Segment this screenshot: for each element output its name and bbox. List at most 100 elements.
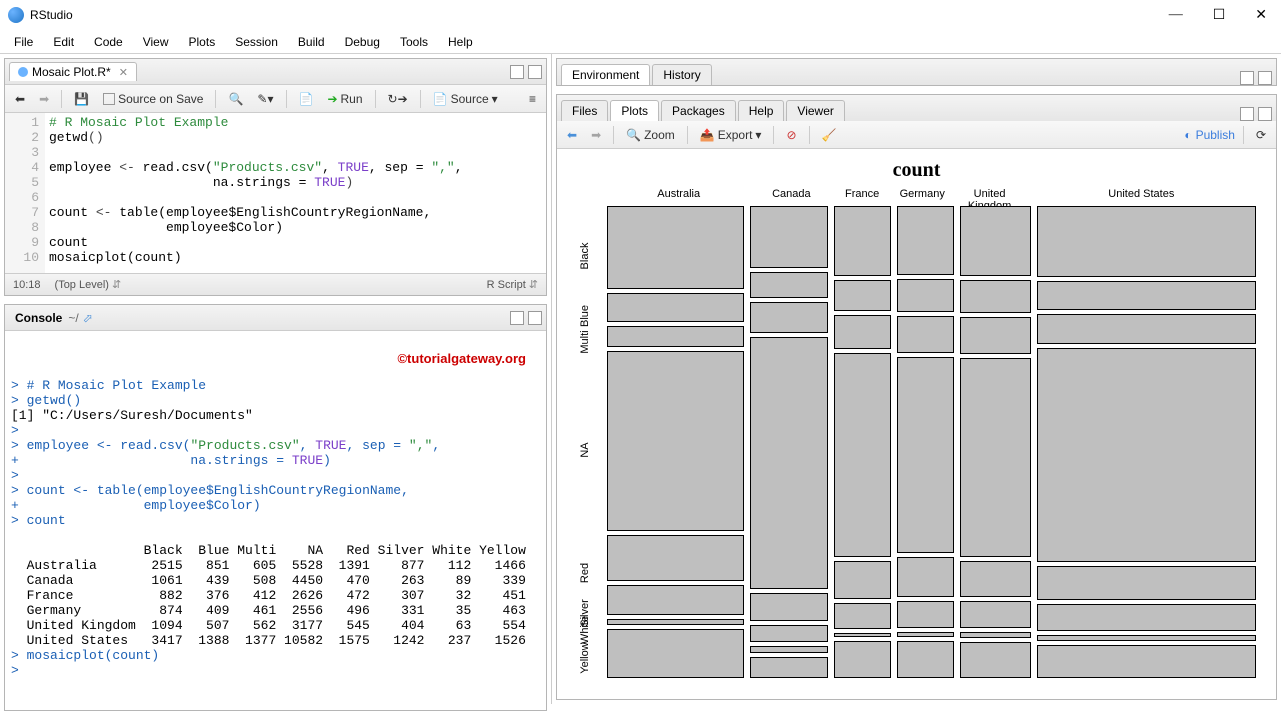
maximize-pane-icon[interactable] bbox=[528, 65, 542, 79]
forward-button[interactable]: ➡ bbox=[35, 90, 53, 108]
maximize-env-icon[interactable] bbox=[1258, 71, 1272, 85]
source-tab-label: Mosaic Plot.R* bbox=[32, 65, 111, 79]
mosaic-column bbox=[750, 206, 828, 678]
language-selector[interactable]: R Script bbox=[487, 279, 526, 291]
cursor-position: 10:18 bbox=[13, 279, 41, 291]
close-button[interactable]: ✕ bbox=[1249, 3, 1273, 28]
x-axis-label: Canada bbox=[750, 188, 832, 206]
plots-toolbar: ⬅ ➡ 🔍 Zoom 📤 Export ▾ ⊘ 🧹 ◐ Publish ⟳ bbox=[557, 121, 1276, 149]
mosaic-cell bbox=[834, 561, 891, 599]
clear-plots-button[interactable]: 🧹 bbox=[818, 126, 841, 144]
maximize-plots-icon[interactable] bbox=[1258, 107, 1272, 121]
mosaic-cell bbox=[897, 279, 955, 312]
mosaic-cell bbox=[750, 593, 828, 621]
mosaic-cell bbox=[897, 641, 955, 678]
mosaic-cell bbox=[750, 657, 828, 678]
maximize-button[interactable]: ☐ bbox=[1207, 3, 1232, 28]
plot-prev-button[interactable]: ⬅ bbox=[563, 126, 581, 144]
mosaic-column bbox=[1037, 206, 1256, 678]
menu-help[interactable]: Help bbox=[440, 33, 481, 51]
x-axis-label: Australia bbox=[607, 188, 750, 206]
scope-selector[interactable]: (Top Level) bbox=[55, 279, 109, 291]
mosaic-cell bbox=[834, 603, 891, 629]
mosaic-cell bbox=[607, 293, 744, 322]
menu-code[interactable]: Code bbox=[86, 33, 131, 51]
rerun-button[interactable]: ↻➔ bbox=[384, 90, 412, 108]
mosaic-cell bbox=[1037, 604, 1256, 631]
mosaic-column bbox=[607, 206, 744, 678]
menu-edit[interactable]: Edit bbox=[45, 33, 82, 51]
plot-title: count bbox=[557, 149, 1276, 188]
minimize-console-icon[interactable] bbox=[510, 311, 524, 325]
outline-button[interactable]: ≡ bbox=[525, 90, 540, 108]
plot-canvas: count AustraliaCanadaFranceGermanyUnited… bbox=[557, 149, 1276, 699]
minimize-pane-icon[interactable] bbox=[510, 65, 524, 79]
mosaic-cell bbox=[834, 206, 891, 276]
remove-plot-button[interactable]: ⊘ bbox=[782, 126, 800, 144]
tab-environment[interactable]: Environment bbox=[561, 64, 650, 85]
tab-files[interactable]: Files bbox=[561, 100, 608, 121]
mosaic-cell bbox=[897, 316, 955, 353]
window-title: RStudio bbox=[30, 8, 1163, 22]
menu-tools[interactable]: Tools bbox=[392, 33, 436, 51]
mosaic-cell bbox=[960, 317, 1031, 354]
save-button[interactable]: 💾 bbox=[70, 90, 93, 108]
source-button[interactable]: 📄 Source ▾ bbox=[429, 90, 502, 108]
tab-viewer[interactable]: Viewer bbox=[786, 100, 844, 121]
source-editor[interactable]: 12345678910 # R Mosaic Plot Examplegetwd… bbox=[5, 113, 546, 273]
tab-plots[interactable]: Plots bbox=[610, 100, 659, 121]
find-button[interactable]: 🔍 bbox=[224, 90, 247, 108]
mosaic-cell bbox=[834, 633, 891, 637]
mosaic-cell bbox=[607, 619, 744, 625]
mosaic-cell bbox=[1037, 314, 1256, 344]
menu-file[interactable]: File bbox=[6, 33, 41, 51]
menu-session[interactable]: Session bbox=[227, 33, 286, 51]
menu-debug[interactable]: Debug bbox=[337, 33, 388, 51]
minimize-env-icon[interactable] bbox=[1240, 71, 1254, 85]
menu-build[interactable]: Build bbox=[290, 33, 333, 51]
close-tab-icon[interactable]: ✕ bbox=[119, 66, 128, 79]
open-folder-button[interactable]: ⬀ bbox=[79, 309, 97, 327]
mosaic-cell bbox=[834, 280, 891, 311]
minimize-plots-icon[interactable] bbox=[1240, 107, 1254, 121]
tab-help[interactable]: Help bbox=[738, 100, 785, 121]
source-tab-active[interactable]: Mosaic Plot.R* ✕ bbox=[9, 62, 137, 81]
watermark-text: ©tutorialgateway.org bbox=[397, 351, 526, 366]
mosaic-column bbox=[897, 206, 955, 678]
mosaic-cell bbox=[750, 206, 828, 268]
back-button[interactable]: ⬅ bbox=[11, 90, 29, 108]
refresh-plot-button[interactable]: ⟳ bbox=[1252, 126, 1270, 144]
zoom-button[interactable]: 🔍 Zoom bbox=[622, 126, 679, 144]
minimize-button[interactable]: — bbox=[1163, 3, 1189, 28]
magic-wand-button[interactable]: ✎▾ bbox=[253, 90, 277, 108]
mosaic-column bbox=[834, 206, 891, 678]
plot-next-button[interactable]: ➡ bbox=[587, 126, 605, 144]
mosaic-cell bbox=[607, 585, 744, 615]
source-on-save-checkbox[interactable]: Source on Save bbox=[99, 90, 207, 108]
tab-packages[interactable]: Packages bbox=[661, 100, 736, 121]
mosaic-cell bbox=[750, 302, 828, 333]
mosaic-cell bbox=[897, 357, 955, 553]
mosaic-cell bbox=[1037, 645, 1256, 678]
mosaic-cell bbox=[960, 642, 1031, 678]
export-button[interactable]: 📤 Export ▾ bbox=[696, 126, 766, 144]
maximize-console-icon[interactable] bbox=[528, 311, 542, 325]
console-output[interactable]: ©tutorialgateway.org > # R Mosaic Plot E… bbox=[5, 331, 546, 710]
mosaic-cell bbox=[960, 206, 1031, 276]
y-axis-label: NA bbox=[579, 432, 591, 468]
mosaic-cell bbox=[1037, 566, 1256, 600]
publish-button[interactable]: ◐ Publish bbox=[1184, 128, 1235, 142]
tab-history[interactable]: History bbox=[652, 64, 711, 85]
mosaic-cell bbox=[897, 206, 955, 275]
mosaic-cell bbox=[960, 358, 1031, 557]
mosaic-cell bbox=[897, 601, 955, 628]
source-toolbar: ⬅ ➡ 💾 Source on Save 🔍 ✎▾ 📄 ➔Run ↻➔ 📄 So… bbox=[5, 85, 546, 113]
menu-view[interactable]: View bbox=[135, 33, 177, 51]
mosaic-cell bbox=[960, 632, 1031, 638]
notebook-button[interactable]: 📄 bbox=[295, 90, 318, 108]
mosaic-cell bbox=[960, 561, 1031, 597]
mosaic-cell bbox=[834, 353, 891, 557]
menu-plots[interactable]: Plots bbox=[181, 33, 224, 51]
console-title: Console bbox=[9, 309, 68, 327]
run-button[interactable]: ➔Run bbox=[323, 90, 366, 108]
